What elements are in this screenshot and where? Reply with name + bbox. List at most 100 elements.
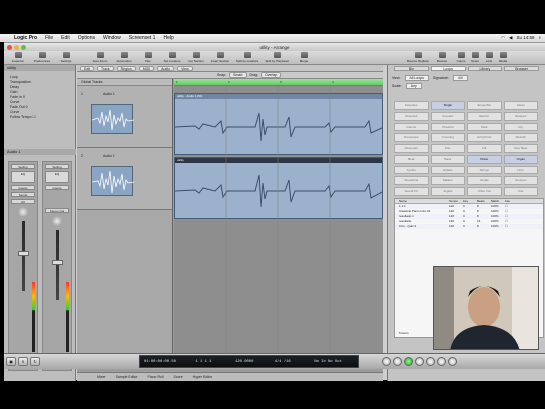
drag-select[interactable]: Overlap bbox=[261, 72, 282, 78]
local-menu-edit[interactable]: Edit bbox=[80, 65, 95, 71]
keyword-button[interactable]: Dissonant bbox=[394, 144, 429, 153]
menu-screenset[interactable]: Screenset 1 bbox=[125, 35, 160, 41]
local-menu-midi[interactable]: MIDI bbox=[138, 65, 155, 71]
notes-button[interactable]: Notes bbox=[468, 51, 482, 64]
automation-button[interactable]: Automation bbox=[112, 51, 136, 64]
menu-options[interactable]: Options bbox=[74, 35, 99, 41]
global-tracks-toggle[interactable]: Global Tracks bbox=[77, 79, 172, 86]
local-menu-track[interactable]: Track bbox=[97, 65, 114, 71]
fader-cap[interactable] bbox=[17, 251, 29, 256]
keyword-button[interactable]: Acoustic bbox=[430, 111, 465, 121]
record-mode-button[interactable]: ◼ bbox=[6, 357, 16, 366]
lists-button[interactable]: Lists bbox=[482, 51, 496, 64]
signature-select[interactable]: 4/4 bbox=[452, 75, 468, 81]
rewind-icon[interactable] bbox=[382, 357, 391, 366]
scale-select[interactable]: Any bbox=[405, 83, 422, 89]
keyword-button[interactable]: Synths bbox=[394, 165, 429, 175]
keyword-button[interactable]: Beat bbox=[394, 154, 429, 164]
keyword-button[interactable]: Textures bbox=[503, 176, 538, 186]
strip-setting-slot[interactable]: Setting bbox=[11, 164, 35, 169]
wifi-icon[interactable]: ◠ bbox=[501, 35, 505, 41]
strip-sends-slot[interactable]: Sends bbox=[11, 192, 35, 197]
keyword-button[interactable]: Ensemble bbox=[467, 101, 502, 110]
keyword-button[interactable]: Organ bbox=[503, 154, 538, 164]
inspector-button[interactable]: Inspector bbox=[6, 51, 30, 64]
piano-roll-tab[interactable]: Piano Roll bbox=[148, 375, 164, 379]
strip-eq-slot[interactable]: EQ bbox=[45, 171, 69, 183]
auto-zoom-button[interactable]: Auto Zoom bbox=[88, 51, 112, 64]
mixer-tab[interactable]: Mixer bbox=[97, 375, 106, 379]
keyword-button[interactable]: Dark bbox=[467, 122, 502, 132]
strip-eq-slot[interactable]: EQ bbox=[11, 171, 35, 183]
split-by-playhead-button[interactable]: Split by Playhead bbox=[262, 51, 292, 64]
settings-button[interactable]: Settings bbox=[54, 51, 78, 64]
tab-library[interactable]: Library bbox=[467, 66, 503, 71]
keyword-button[interactable]: Sound FX bbox=[394, 187, 429, 196]
bar-ruler[interactable]: 1 2 3 4 bbox=[174, 79, 383, 86]
play-icon[interactable] bbox=[404, 357, 413, 366]
keyword-button[interactable]: Jingles bbox=[430, 187, 465, 196]
strip-inserts-slot[interactable]: Inserts bbox=[45, 185, 69, 190]
split-by-locators-button[interactable]: Split by Locators bbox=[232, 51, 262, 64]
keyword-button[interactable]: Kits bbox=[503, 187, 538, 196]
insert-section-button[interactable]: Insert Section bbox=[208, 51, 232, 64]
keyword-button[interactable]: Strings bbox=[467, 165, 502, 175]
close-icon[interactable] bbox=[7, 44, 12, 50]
keyword-button[interactable]: Bass bbox=[430, 154, 465, 164]
solo-button[interactable]: S bbox=[18, 357, 28, 366]
track-header[interactable]: 1 Audio 1 bbox=[77, 86, 172, 148]
menu-app[interactable]: Logic Pro bbox=[10, 35, 41, 41]
spotlight-icon[interactable]: ⌕ bbox=[538, 35, 541, 41]
local-menu-region[interactable]: Region bbox=[116, 65, 136, 71]
keyword-button[interactable]: Elec Beat bbox=[503, 144, 538, 153]
pan-knob[interactable] bbox=[52, 216, 62, 226]
zoom-icon[interactable] bbox=[21, 44, 26, 50]
region-parameters-header[interactable]: utility bbox=[4, 65, 75, 71]
tab-loops[interactable]: Loops bbox=[430, 66, 466, 71]
track-parameters-header[interactable]: Audio 1 bbox=[4, 149, 76, 155]
volume-fader[interactable] bbox=[17, 221, 29, 291]
strip-setting-slot[interactable]: Setting bbox=[45, 164, 69, 169]
keyword-button[interactable]: Grooving bbox=[430, 133, 465, 143]
bounce-button[interactable]: Bounce bbox=[430, 51, 454, 64]
param-follow-tempo[interactable]: Follow Tempo ☑ bbox=[4, 115, 75, 120]
keyword-button[interactable]: Part bbox=[430, 144, 465, 153]
table-row[interactable]: intro - Quiz 2 120 C 8 100% ☐ bbox=[395, 224, 543, 229]
keyword-button[interactable]: Intense bbox=[394, 122, 429, 132]
keyword-button[interactable]: Piano bbox=[467, 154, 502, 164]
tab-bin[interactable]: Bin bbox=[394, 66, 429, 71]
menu-file[interactable]: File bbox=[41, 35, 57, 41]
follow-tempo-checkbox[interactable]: ☑ bbox=[33, 115, 36, 119]
track-name[interactable]: Audio 1 bbox=[103, 154, 115, 158]
media-button[interactable]: Media bbox=[496, 51, 510, 64]
preferences-button[interactable]: Preferences bbox=[30, 51, 54, 64]
keyword-button[interactable]: Arrhythmic bbox=[467, 133, 502, 143]
cycle-small-button[interactable]: ↻ bbox=[30, 357, 40, 366]
track-header[interactable]: 2 Audio 1 bbox=[77, 148, 172, 210]
record-icon[interactable] bbox=[426, 357, 435, 366]
sample-editor-tab[interactable]: Sample Editor bbox=[116, 375, 138, 379]
keyword-button[interactable]: Other Inst bbox=[467, 187, 502, 196]
forward-icon[interactable] bbox=[393, 357, 402, 366]
fader-cap[interactable] bbox=[51, 260, 63, 265]
volume-fader[interactable] bbox=[51, 230, 63, 300]
pan-knob[interactable] bbox=[18, 207, 28, 217]
cut-section-button[interactable]: Cut Section bbox=[184, 51, 208, 64]
score-tab[interactable]: Score bbox=[174, 375, 183, 379]
set-locators-button[interactable]: Set Locators bbox=[160, 51, 184, 64]
colors-button[interactable]: Colors bbox=[454, 51, 468, 64]
keyword-button[interactable]: Single bbox=[430, 101, 465, 110]
menu-edit[interactable]: Edit bbox=[57, 35, 74, 41]
hyper-editor-tab[interactable]: Hyper Editor bbox=[193, 375, 212, 379]
local-menu-audio[interactable]: Audio bbox=[157, 65, 175, 71]
lcd-display[interactable]: 01:00:00:00.50 1 1 1 1 120.0000 4/4 /16 … bbox=[139, 355, 359, 368]
keyword-button[interactable]: Horn bbox=[503, 165, 538, 175]
keyword-button[interactable]: Distorted bbox=[394, 111, 429, 121]
cycle-icon[interactable] bbox=[448, 357, 457, 366]
keyword-button[interactable]: Fill bbox=[467, 144, 502, 153]
stop-icon[interactable] bbox=[415, 357, 424, 366]
signature-display[interactable]: 4/4 /16 bbox=[275, 360, 315, 364]
strip-output-slot[interactable]: Stereo Out bbox=[45, 208, 69, 213]
bounce-replace-button[interactable]: Bounce Replace bbox=[406, 51, 430, 64]
keyword-button[interactable]: Dry bbox=[503, 122, 538, 132]
